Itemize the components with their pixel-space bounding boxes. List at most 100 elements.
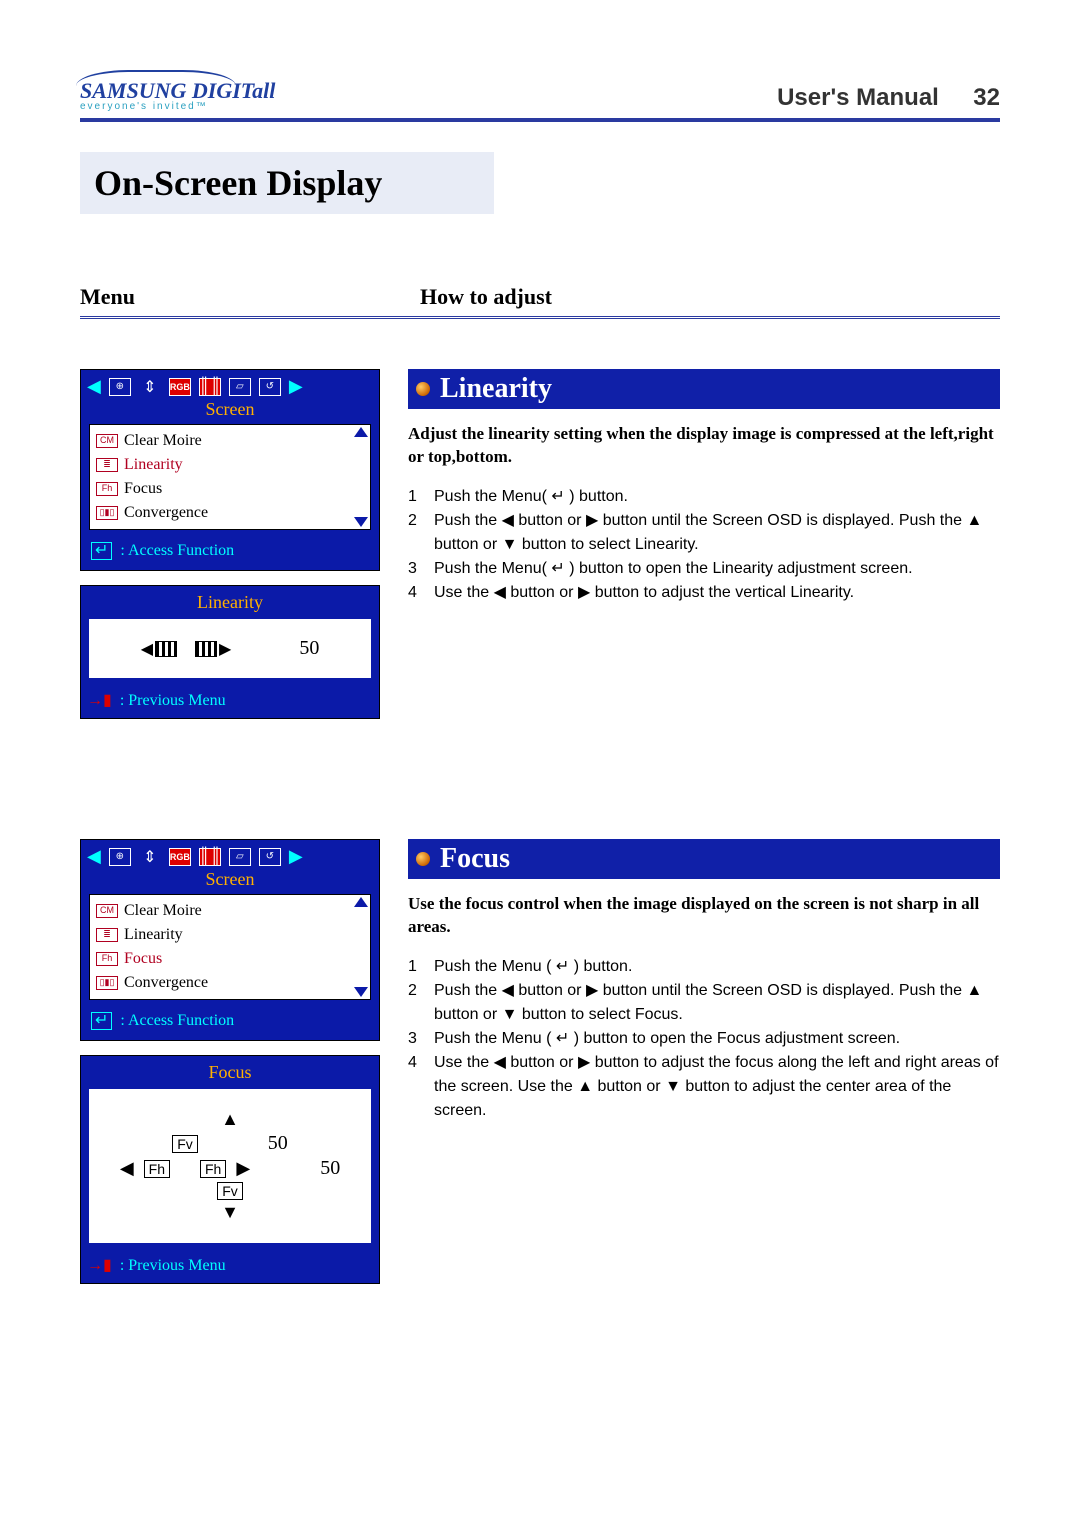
feature-heading: Linearity: [408, 369, 1000, 409]
menu-item-label: Clear Moire: [124, 429, 202, 453]
feature-heading: Focus: [408, 839, 1000, 879]
focus-fv-row: ▼: [99, 1202, 361, 1223]
position-icon: ⊕: [109, 378, 131, 396]
scroll-up-icon: [354, 897, 368, 907]
osd-tabbar: ◀ ⊕ ⇕ RGB ║║ ▱ ↺ ▶: [81, 370, 379, 399]
manual-title: User's Manual: [777, 84, 939, 112]
section-banner: On-Screen Display: [80, 152, 1000, 214]
scroll-down-icon: [354, 517, 368, 527]
section-title: On-Screen Display: [94, 162, 986, 204]
menu-item-label: Linearity: [124, 923, 183, 947]
left-arrow-icon: ◀: [120, 1158, 134, 1179]
menu-item-label: Convergence: [124, 971, 208, 995]
down-arrow-icon: ▼: [221, 1202, 239, 1223]
menu-item-label: Focus: [124, 477, 162, 501]
access-text: : Access Function: [120, 1012, 234, 1029]
osd-access-hint: ↵ : Access Function: [81, 538, 379, 570]
screen-icon: ║║: [199, 848, 221, 866]
fv-label: Fv: [172, 1135, 198, 1153]
linearity-icon: ≣: [96, 928, 118, 942]
osd-adjust-panel: Linearity ◀ ▶ 50 →▮ : Previous Menu: [80, 585, 380, 719]
step-text: Push the Menu ( ↵ ) button to open the F…: [434, 1027, 1000, 1051]
menu-item-clear-moire: CM Clear Moire: [96, 899, 364, 923]
menu-item-focus: Fh Focus: [96, 947, 364, 971]
exit-icon: →▮: [87, 1255, 112, 1275]
right-arrow-icon: ▶: [236, 1158, 250, 1179]
menu-item-clear-moire: CM Clear Moire: [96, 429, 364, 453]
linearity-icon: ≣: [96, 458, 118, 472]
left-arrow-icon: ◀: [87, 846, 101, 867]
clear-moire-icon: CM: [96, 434, 118, 448]
clear-moire-icon: CM: [96, 904, 118, 918]
menu-item-focus: Fh Focus: [96, 477, 364, 501]
convergence-icon: ▯▮▯: [96, 976, 118, 990]
step-text: Push the ◀ button or ▶ button until the …: [434, 509, 1000, 557]
step: 3Push the Menu ( ↵ ) button to open the …: [408, 1027, 1000, 1051]
instruction-column: Linearity Adjust the linearity setting w…: [408, 369, 1000, 719]
entry-focus: ◀ ⊕ ⇕ RGB ║║ ▱ ↺ ▶ Screen CM Clear Moire: [80, 839, 1000, 1284]
exit-icon: →▮: [87, 690, 112, 710]
size-icon: ⇕: [139, 848, 161, 866]
menu-item-linearity: ≣ Linearity: [96, 453, 364, 477]
osd-tab-label: Screen: [81, 399, 379, 424]
focus-icon: Fh: [96, 952, 118, 966]
geometry-icon: ▱: [229, 378, 251, 396]
osd-previous-hint: →▮ : Previous Menu: [81, 686, 379, 718]
increase-linearity-icon: ▶: [195, 639, 231, 659]
menu-item-convergence: ▯▮▯ Convergence: [96, 971, 364, 995]
step-text: Use the ◀ button or ▶ button to adjust t…: [434, 581, 1000, 605]
screen-icon: ║║: [199, 378, 221, 396]
focus-fv-row: Fv: [99, 1182, 361, 1200]
rgb-icon: RGB: [169, 378, 191, 396]
step: 4Use the ◀ button or ▶ button to adjust …: [408, 581, 1000, 605]
convergence-icon: ▯▮▯: [96, 506, 118, 520]
previous-text: : Previous Menu: [120, 1257, 226, 1274]
focus-icon: Fh: [96, 482, 118, 496]
previous-text: : Previous Menu: [120, 692, 226, 709]
osd-screen-menu: ◀ ⊕ ⇕ RGB ║║ ▱ ↺ ▶ Screen CM Clear Moire: [80, 369, 380, 571]
menu-item-label: Convergence: [124, 501, 208, 525]
fv-label: Fv: [217, 1182, 243, 1200]
entry-linearity: ◀ ⊕ ⇕ RGB ║║ ▱ ↺ ▶ Screen CM Clear Moire: [80, 369, 1000, 719]
focus-fv-row: ▲: [99, 1109, 361, 1130]
focus-fv-row: Fv 50: [99, 1132, 361, 1155]
up-arrow-icon: ▲: [221, 1109, 239, 1130]
fh-label: Fh: [200, 1160, 226, 1178]
osd-menu-window: CM Clear Moire ≣ Linearity Fh Focus ▯▮▯ …: [89, 424, 371, 530]
feature-title: Focus: [440, 843, 510, 875]
right-arrow-icon: ▶: [289, 376, 303, 397]
focus-fh-row: ◀ Fh Fh ▶ 50: [99, 1157, 361, 1180]
adjust-body: ▲ Fv 50 ◀ Fh Fh ▶ 50 Fv: [89, 1089, 371, 1243]
step: 2Push the ◀ button or ▶ button until the…: [408, 509, 1000, 557]
brand-tagline: everyone's invited™: [80, 102, 275, 112]
recall-icon: ↺: [259, 848, 281, 866]
step-text: Push the Menu ( ↵ ) button.: [434, 955, 1000, 979]
step-text: Push the ◀ button or ▶ button until the …: [434, 979, 1000, 1027]
access-text: : Access Function: [120, 542, 234, 559]
osd-tabbar: ◀ ⊕ ⇕ RGB ║║ ▱ ↺ ▶: [81, 840, 379, 869]
instruction-column: Focus Use the focus control when the ima…: [408, 839, 1000, 1284]
menu-item-convergence: ▯▮▯ Convergence: [96, 501, 364, 525]
steps-list: 1Push the Menu( ↵ ) button. 2Push the ◀ …: [408, 485, 1000, 605]
menu-item-linearity: ≣ Linearity: [96, 923, 364, 947]
osd-tab-label: Screen: [81, 869, 379, 894]
osd-previous-hint: →▮ : Previous Menu: [81, 1251, 379, 1283]
col-how: How to adjust: [420, 284, 552, 310]
right-arrow-icon: ▶: [289, 846, 303, 867]
enter-icon: ↵: [91, 1012, 112, 1030]
header-right: User's Manual 32: [777, 84, 1000, 112]
decrease-linearity-icon: ◀: [141, 639, 177, 659]
osd-menu-window: CM Clear Moire ≣ Linearity Fh Focus ▯▮▯ …: [89, 894, 371, 1000]
step: 3Push the Menu( ↵ ) button to open the L…: [408, 557, 1000, 581]
feature-description: Use the focus control when the image dis…: [408, 893, 1000, 939]
steps-list: 1Push the Menu ( ↵ ) button. 2Push the ◀…: [408, 955, 1000, 1123]
fh-value: 50: [300, 1157, 340, 1180]
column-headings: Menu How to adjust: [80, 284, 1000, 310]
step: 2Push the ◀ button or ▶ button until the…: [408, 979, 1000, 1027]
scroll-up-icon: [354, 427, 368, 437]
recall-icon: ↺: [259, 378, 281, 396]
step-text: Push the Menu( ↵ ) button to open the Li…: [434, 557, 1000, 581]
geometry-icon: ▱: [229, 848, 251, 866]
feature-description: Adjust the linearity setting when the di…: [408, 423, 1000, 469]
header-rule: [80, 118, 1000, 122]
